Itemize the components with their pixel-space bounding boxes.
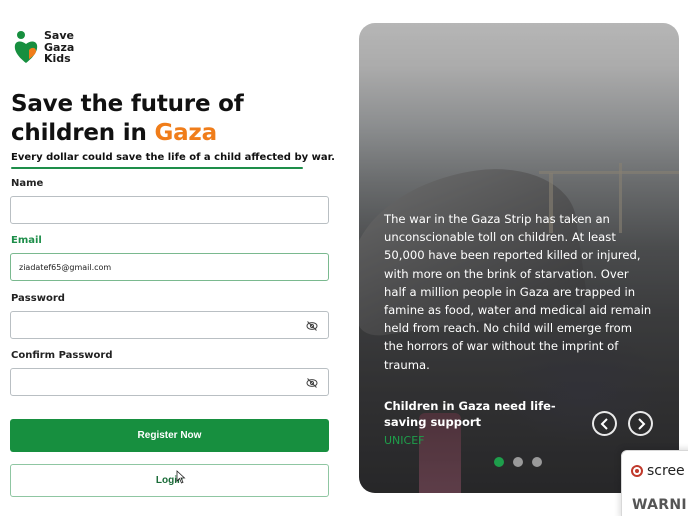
email-label: Email: [11, 235, 42, 246]
title-line2-prefix: children in: [11, 120, 155, 146]
title-line1: Save the future of: [11, 91, 244, 117]
brand-name: Save Gaza Kids: [44, 30, 74, 65]
record-icon: [631, 465, 643, 477]
password-field[interactable]: [11, 312, 328, 338]
carousel-dot-1[interactable]: [494, 457, 504, 467]
brand-name-line1: Save: [44, 29, 74, 42]
carousel-text: The war in the Gaza Strip has taken an u…: [384, 212, 652, 372]
confirm-password-label: Confirm Password: [11, 350, 113, 361]
chevron-left-icon: [600, 417, 608, 430]
subtitle-underline: [11, 167, 303, 169]
password-field-wrapper: [10, 311, 329, 339]
page-title: Save the future of children in Gaza: [11, 90, 311, 148]
eye-off-icon[interactable]: [306, 377, 318, 389]
popup-warning: WARNIN: [632, 497, 688, 513]
mouse-cursor-icon: [176, 470, 186, 484]
confirm-password-field-wrapper: [10, 368, 329, 396]
carousel-dot-3[interactable]: [532, 457, 542, 467]
login-button[interactable]: Login: [10, 464, 329, 497]
carousel-dot-2[interactable]: [513, 457, 523, 467]
email-field-wrapper: [10, 253, 329, 281]
title-accent: Gaza: [154, 120, 217, 146]
chevron-right-icon: [637, 417, 645, 430]
password-label: Password: [11, 293, 65, 304]
heart-person-icon: [14, 31, 38, 64]
name-field-wrapper: [10, 196, 329, 224]
confirm-password-field[interactable]: [11, 369, 328, 395]
carousel-panel: The war in the Gaza Strip has taken an u…: [359, 23, 679, 493]
carousel-next-button[interactable]: [628, 411, 653, 436]
register-button[interactable]: Register Now: [10, 419, 329, 452]
carousel-dots: [494, 457, 542, 467]
caption-source: UNICEF: [384, 434, 425, 447]
screen-recorder-popup[interactable]: scree WARNIN: [621, 450, 688, 516]
carousel-prev-button[interactable]: [592, 411, 617, 436]
page-subtitle: Every dollar could save the life of a ch…: [11, 152, 335, 163]
caption-title: Children in Gaza need life-saving suppor…: [384, 399, 556, 429]
name-label: Name: [11, 178, 44, 189]
brand-logo[interactable]: Save Gaza Kids: [14, 30, 74, 65]
name-field[interactable]: [11, 197, 328, 223]
email-field[interactable]: [11, 254, 328, 280]
brand-name-line3: Kids: [44, 52, 71, 65]
popup-title: scree: [647, 463, 685, 479]
eye-off-icon[interactable]: [306, 320, 318, 332]
